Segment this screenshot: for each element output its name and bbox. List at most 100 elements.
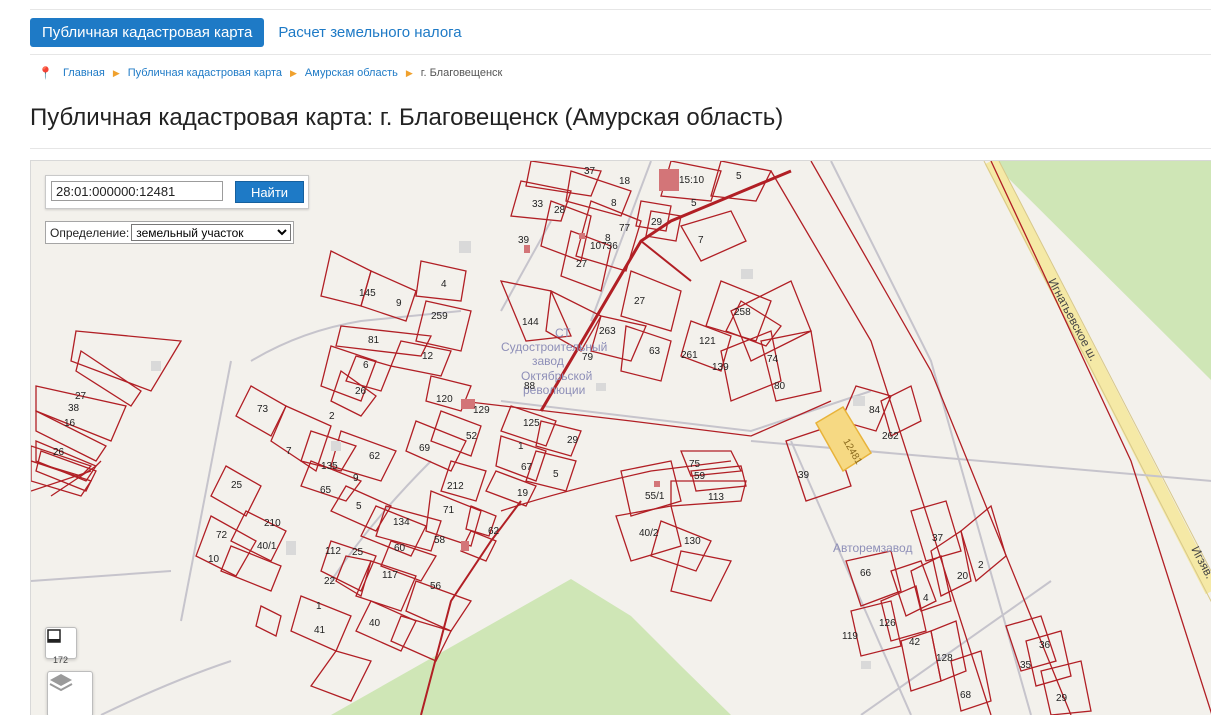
- definition-select[interactable]: земельный участок: [131, 224, 292, 241]
- tab-cadastral-map[interactable]: Публичная кадастровая карта: [30, 17, 265, 47]
- cadastral-number-input[interactable]: [51, 181, 223, 201]
- parcel-number-label: 79: [582, 352, 594, 363]
- parcel-number-label: 22: [324, 576, 336, 587]
- parcel-number-label: 7: [698, 235, 704, 246]
- parcel-number-label: 56: [430, 581, 442, 592]
- parcel-number-label: 7: [286, 446, 292, 457]
- parcel-number-label: 120: [436, 394, 453, 405]
- breadcrumb-arrow-icon: ▶: [112, 67, 120, 78]
- parcel-number-label: 145: [359, 288, 376, 299]
- parcel-number-label: 77: [619, 223, 631, 234]
- parcel-number-label: 40/2: [639, 528, 659, 539]
- parcel-number-label: 5: [691, 198, 697, 209]
- map-canvas[interactable]: 12481 СТ Судостроительный завод Октябрьс…: [31, 161, 1211, 715]
- breadcrumb-current: г. Благовещенск: [420, 67, 503, 79]
- parcel-number-label: 125: [523, 418, 540, 429]
- top-tabs: Публичная кадастровая карта Расчет земел…: [30, 17, 462, 47]
- parcel-number-label: 20: [957, 571, 969, 582]
- tab-land-tax[interactable]: Расчет земельного налога: [278, 24, 461, 41]
- parcel-number-label: 4: [923, 593, 929, 604]
- parcel-number-label: 258: [734, 307, 751, 318]
- search-button[interactable]: Найти: [235, 181, 304, 203]
- parcel-number-label: 29: [1056, 693, 1068, 704]
- parcel-number-label: 112: [325, 546, 341, 557]
- parcel-number-label: 119: [842, 631, 858, 642]
- parcel-number-label: 84: [869, 405, 881, 416]
- parcel-number-label: 55/1: [645, 491, 665, 502]
- parcel-number-label: 1: [316, 601, 322, 612]
- frame-icon: [47, 629, 61, 643]
- cadastral-map[interactable]: 12481 СТ Судостроительный завод Октябрьс…: [30, 160, 1211, 715]
- parcel-number-label: 68: [960, 690, 972, 701]
- parcel-number-label: 37: [932, 533, 944, 544]
- partial-parcel-label: 172: [53, 655, 69, 665]
- parcel-number-label: 19: [517, 488, 529, 499]
- parcel-number-label: 9: [396, 298, 402, 309]
- parcel-number-label: 18: [619, 176, 631, 187]
- parcel-number-label: 135: [321, 461, 338, 472]
- parcel-number-label: 27: [75, 391, 87, 402]
- parcel-number-label: 130: [684, 536, 701, 547]
- parcel-number-label: 33: [532, 199, 544, 210]
- breadcrumb-home[interactable]: Главная: [63, 67, 105, 79]
- map-label-st-3: завод: [532, 354, 564, 368]
- parcel-number-label: 81: [368, 335, 380, 346]
- parcel-number-label: 126: [879, 618, 896, 629]
- definition-label: Определение:: [50, 225, 130, 240]
- parcel-number-label: 5: [356, 501, 362, 512]
- layers-button[interactable]: [47, 671, 93, 715]
- breadcrumb-region[interactable]: Амурская область: [305, 67, 398, 79]
- parcel-number-label: 29: [651, 217, 663, 228]
- parcel-number-label: 5: [736, 171, 742, 182]
- parcel-number-label: 27: [634, 296, 646, 307]
- parcel-number-label: 210: [264, 518, 281, 529]
- parcel-number-label: 263: [599, 326, 616, 337]
- cadastral-search-box: Найти: [45, 175, 309, 209]
- parcel-number-label: 42: [909, 637, 921, 648]
- parcel-number-label: 261: [681, 350, 698, 361]
- parcel-number-label: 67: [521, 462, 533, 473]
- definition-selector: Определение: земельный участок: [45, 221, 295, 244]
- page-title: Публичная кадастровая карта: г. Благовещ…: [30, 104, 784, 131]
- map-label-autorepair: Авторемзавод: [833, 541, 912, 555]
- parcel-number-label: 40: [369, 618, 381, 629]
- breadcrumb: 📍 Главная ▶ Публичная кадастровая карта …: [38, 66, 502, 80]
- parcel-number-label: 26: [53, 447, 65, 458]
- parcel-number-label: 74: [767, 354, 779, 365]
- parcel-number-label: 36: [1039, 640, 1051, 651]
- parcel-number-label: 9: [353, 473, 359, 484]
- breadcrumb-cadastral-map[interactable]: Публичная кадастровая карта: [128, 67, 282, 79]
- parcel-number-label: 128: [936, 653, 953, 664]
- parcel-number-label: 259: [431, 311, 448, 322]
- parcel-number-label: 25: [352, 547, 364, 558]
- parcel-number-label: 71: [443, 505, 455, 516]
- parcel-number-label: 39: [518, 235, 530, 246]
- parcel-number-label: 8: [605, 233, 611, 244]
- parcel-number-label: 16: [64, 418, 76, 429]
- parcel-number-label: 113: [708, 492, 724, 503]
- title-divider: [30, 148, 1211, 149]
- parcel-number-label: 60: [394, 543, 406, 554]
- parcel-number-label: 12: [422, 351, 434, 362]
- top-divider: [30, 9, 1211, 10]
- parcel-number-label: 58: [434, 535, 446, 546]
- parcel-number-label: 134: [393, 517, 410, 528]
- parcel-number-label: 25: [231, 480, 243, 491]
- parcel-number-label: 35: [1020, 660, 1032, 671]
- map-label-st: СТ: [555, 326, 571, 340]
- parcel-number-label: 63: [649, 346, 661, 357]
- layers-icon: [49, 674, 73, 692]
- parcel-number-label: 8: [611, 198, 617, 209]
- parcel-number-label: 26: [355, 386, 367, 397]
- parcel-number-label: 73: [257, 404, 269, 415]
- parcel-number-label: 41: [314, 625, 326, 636]
- parcel-number-label: 29: [567, 435, 579, 446]
- parcel-number-label: 139: [712, 362, 729, 373]
- parcel-number-label: 62: [369, 451, 381, 462]
- parcel-number-label: 262: [882, 431, 899, 442]
- parcel-number-label: 212: [447, 481, 464, 492]
- parcel-number-label: 65: [320, 485, 332, 496]
- parcel-number-label: 15:10: [679, 175, 704, 186]
- breadcrumb-arrow-icon: ▶: [290, 67, 297, 78]
- parcel-number-label: 88: [524, 381, 536, 392]
